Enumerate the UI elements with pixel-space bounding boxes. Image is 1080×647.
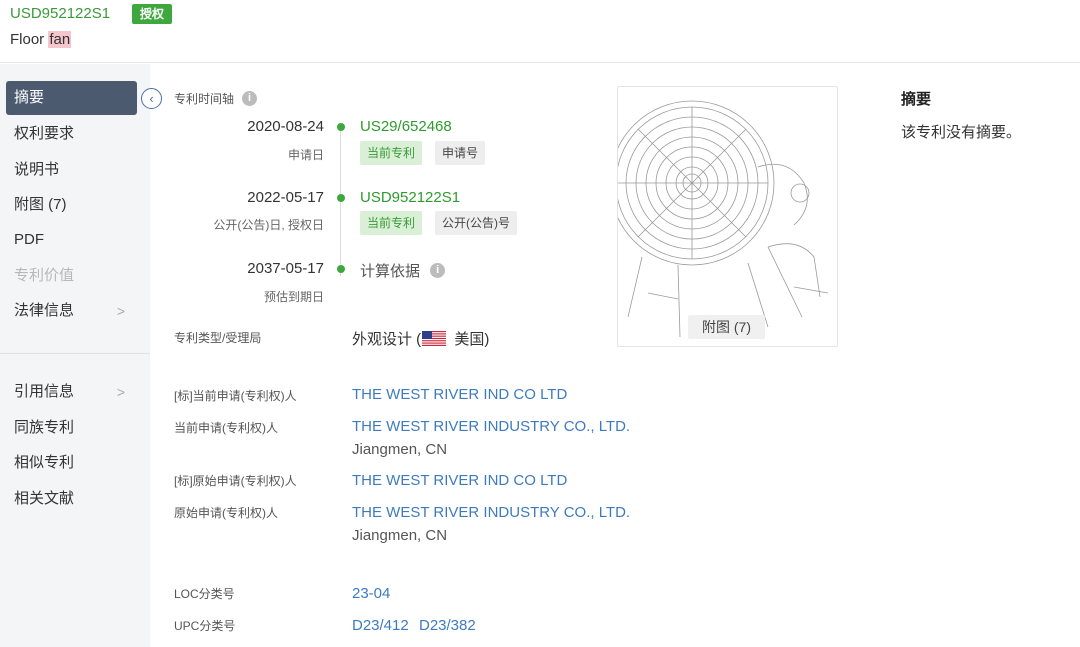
patent-figure[interactable]: 附图 (7) [617, 86, 838, 347]
title-text: Floor [10, 31, 49, 48]
application-number-tag: 申请号 [435, 141, 486, 165]
timeline-dot [337, 265, 345, 273]
current-patent-tag: 当前专利 [360, 141, 423, 165]
timeline-date: 2022-05-17 [247, 189, 324, 206]
abstract-title: 摘要 [901, 91, 932, 108]
std-original-applicant-link[interactable]: THE WEST RIVER IND CO LTD [352, 472, 567, 489]
sidebar-item-similar[interactable]: 相似专利 [6, 446, 137, 480]
loc-class-link[interactable]: 23-04 [352, 585, 390, 602]
timeline-date: 2020-08-24 [247, 118, 324, 135]
std-original-applicant-label: [标]原始申请(专利权)人 [174, 474, 297, 488]
sidebar-item-label: 引用信息 [14, 383, 75, 400]
sidebar-item-citations[interactable]: 引用信息 > [6, 375, 137, 409]
abstract-text: 该专利没有摘要。 [901, 124, 1022, 141]
patent-type-value: 外观设计 ( 美国) [352, 328, 489, 349]
upc-class-link[interactable]: D23/412 [352, 617, 409, 634]
loc-class-label: LOC分类号 [174, 587, 235, 601]
sidebar-item-family[interactable]: 同族专利 [6, 411, 137, 445]
timeline-date-label: 公开(公告)日, 授权日 [213, 218, 324, 232]
sidebar-item-label: 同族专利 [14, 419, 75, 436]
original-applicant-label: 原始申请(专利权)人 [174, 506, 278, 520]
sidebar-item-label: 权利要求 [14, 125, 75, 142]
timeline-line [340, 128, 341, 276]
std-current-applicant-link[interactable]: THE WEST RIVER IND CO LTD [352, 386, 567, 403]
current-applicant-location: Jiangmen, CN [352, 441, 448, 458]
sidebar-item-description[interactable]: 说明书 [6, 153, 137, 187]
sidebar-item-abstract[interactable]: 摘要 [6, 81, 137, 115]
patent-title: Floor fan [10, 31, 72, 48]
sidebar-divider [0, 353, 150, 354]
original-applicant-location: Jiangmen, CN [352, 527, 448, 544]
timeline-dot [337, 194, 345, 202]
calculation-basis-text: 计算依据 [360, 263, 421, 280]
current-applicant-label: 当前申请(专利权)人 [174, 421, 278, 435]
sidebar-item-label: 摘要 [14, 89, 45, 106]
chevron-right-icon: > [116, 384, 125, 400]
timeline-heading-text: 专利时间轴 [174, 92, 235, 106]
status-badge: 授权 [132, 4, 173, 24]
patent-header: USD952122S1 授权 Floor fan [0, 0, 1080, 63]
sidebar-item-pdf[interactable]: PDF [6, 223, 137, 257]
title-highlight: fan [48, 31, 72, 48]
sidebar-item-legal-info[interactable]: 法律信息 > [6, 294, 137, 328]
floor-fan-drawing [618, 100, 829, 338]
current-patent-tag: 当前专利 [360, 211, 423, 235]
sidebar-item-label: 法律信息 [14, 302, 75, 319]
publication-number-link[interactable]: USD952122S1 [360, 189, 460, 206]
application-number-link[interactable]: US29/652468 [360, 118, 452, 135]
sidebar-item-patent-value: 专利价值 [6, 259, 137, 293]
sidebar-nav: 摘要 权利要求 说明书 附图 (7) PDF 专利价值 法律信息 > 引用信息 > … [0, 64, 150, 647]
sidebar-item-label: 相似专利 [14, 454, 75, 471]
publication-number-tag: 公开(公告)号 [435, 211, 517, 235]
current-applicant-link[interactable]: THE WEST RIVER INDUSTRY CO., LTD. [352, 418, 630, 435]
sidebar-item-claims[interactable]: 权利要求 [6, 117, 137, 151]
patent-type-text: 外观设计 ( [352, 331, 422, 348]
info-icon[interactable]: i [242, 91, 258, 107]
timeline-date-label: 预估到期日 [263, 290, 324, 304]
sidebar-item-figures[interactable]: 附图 (7) [6, 188, 137, 222]
sidebar-item-label: 专利价值 [14, 267, 75, 284]
chevron-left-icon[interactable]: ‹ [141, 88, 162, 109]
figures-button[interactable]: 附图 (7) [688, 315, 765, 339]
timeline-date-label: 申请日 [287, 148, 324, 162]
chevron-right-icon: > [116, 303, 125, 319]
original-applicant-link[interactable]: THE WEST RIVER INDUSTRY CO., LTD. [352, 504, 630, 521]
patent-office-text: 美国) [450, 331, 490, 348]
patent-type-label: 专利类型/受理局 [174, 331, 262, 345]
us-flag-icon [422, 331, 447, 346]
sidebar-item-label: 附图 (7) [14, 196, 67, 213]
sidebar-item-label: 说明书 [14, 161, 60, 178]
sidebar-item-related-docs[interactable]: 相关文献 [6, 482, 137, 516]
sidebar-item-label: 相关文献 [14, 490, 75, 507]
info-icon[interactable]: i [430, 263, 446, 279]
calculation-basis: 计算依据 i [360, 260, 446, 281]
upc-class-label: UPC分类号 [174, 619, 236, 633]
upc-class-link[interactable]: D23/382 [419, 617, 476, 634]
timeline-heading: 专利时间轴 i [174, 90, 258, 107]
sidebar-item-label: PDF [14, 231, 44, 248]
std-current-applicant-label: [标]当前申请(专利权)人 [174, 389, 297, 403]
timeline-date: 2037-05-17 [247, 260, 324, 277]
timeline-dot [337, 123, 345, 131]
publication-number[interactable]: USD952122S1 [10, 5, 110, 22]
